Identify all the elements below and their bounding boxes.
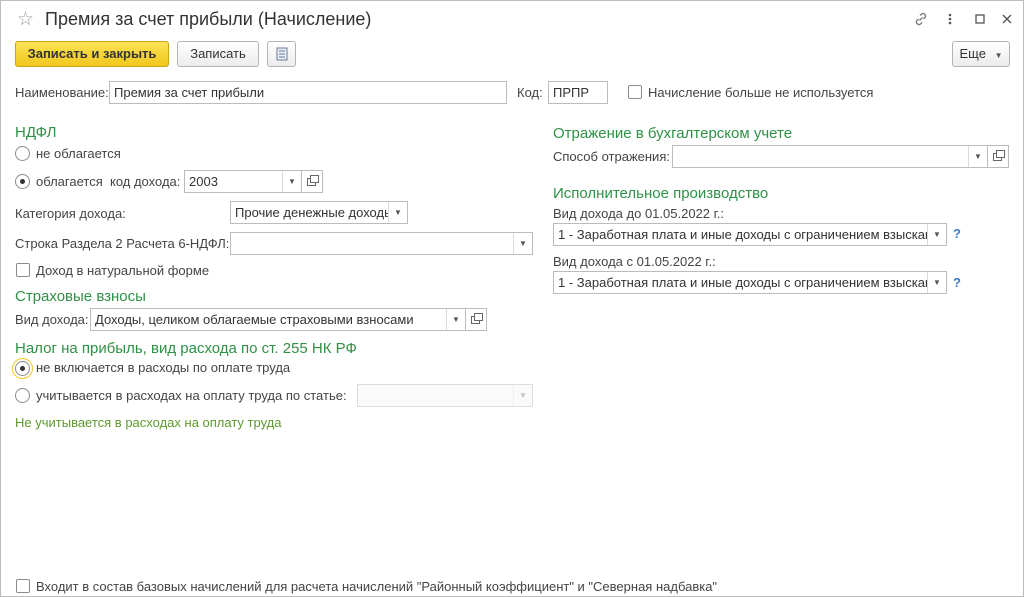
ndfl-section-title: НДФЛ: [15, 124, 57, 141]
profit-tax-section-title: Налог на прибыль, вид расхода по ст. 255…: [15, 340, 357, 357]
base-accruals-label: Входит в состав базовых начислений для р…: [36, 579, 718, 594]
accounting-method-select[interactable]: ▼: [672, 145, 988, 168]
report-line-label: Строка Раздела 2 Расчета 6-НДФЛ:: [15, 236, 230, 251]
help-icon[interactable]: ?: [953, 226, 961, 242]
page-title: Премия за счет прибыли (Начисление): [45, 9, 372, 29]
more-label: Еще: [959, 46, 986, 61]
chevron-down-icon[interactable]: ▼: [968, 146, 987, 167]
name-field[interactable]: Премия за счет прибыли: [109, 81, 507, 104]
income-code-label: код дохода:: [110, 174, 181, 189]
enforcement-after-select[interactable]: 1 - Заработная плата и иные доходы с огр…: [553, 271, 947, 294]
chevron-down-icon: ▼: [994, 51, 1003, 60]
insurance-section-title: Страховые взносы: [15, 288, 146, 305]
more-vertical-icon[interactable]: [943, 11, 957, 31]
star-icon[interactable]: ☆: [17, 10, 34, 30]
enforcement-before-value: 1 - Заработная плата и иные доходы с огр…: [558, 227, 947, 242]
accounting-section-title: Отражение в бухгалтерском учете: [553, 125, 793, 142]
income-code-field[interactable]: 2003 ▼: [184, 170, 302, 193]
save-button[interactable]: Записать: [177, 41, 259, 67]
profit-tax-not-included-label: не включается в расходы по оплате труда: [36, 360, 291, 375]
report-line-select[interactable]: ▼: [230, 232, 533, 255]
income-category-label: Категория дохода:: [15, 206, 126, 221]
code-field[interactable]: ПРПР: [548, 81, 608, 104]
insurance-income-type-select[interactable]: Доходы, целиком облагаемые страховыми вз…: [90, 308, 466, 331]
ndfl-taxed-label: облагается: [36, 174, 103, 189]
chevron-down-icon[interactable]: ▼: [927, 272, 946, 293]
enforcement-after-label: Вид дохода с 01.05.2022 г.:: [553, 254, 716, 269]
enforcement-before-label: Вид дохода до 01.05.2022 г.:: [553, 206, 725, 221]
ndfl-not-taxed-label: не облагается: [36, 146, 121, 161]
profit-tax-included-radio[interactable]: [15, 388, 30, 403]
profit-tax-note: Не учитывается в расходах на оплату труд…: [15, 415, 282, 430]
not-used-label: Начисление больше не используется: [648, 85, 874, 100]
list-button[interactable]: [267, 41, 296, 67]
in-kind-checkbox[interactable]: [16, 263, 30, 277]
more-button[interactable]: Еще ▼: [952, 41, 1010, 67]
chevron-down-icon[interactable]: ▼: [513, 385, 532, 406]
chevron-down-icon[interactable]: ▼: [446, 309, 465, 330]
profit-tax-article-select[interactable]: ▼: [357, 384, 533, 407]
enforcement-after-value: 1 - Заработная плата и иные доходы с огр…: [558, 275, 947, 290]
profit-tax-not-included-radio[interactable]: [15, 361, 30, 376]
enforcement-before-select[interactable]: 1 - Заработная плата и иные доходы с огр…: [553, 223, 947, 246]
in-kind-label: Доход в натуральной форме: [36, 263, 210, 278]
help-icon[interactable]: ?: [953, 275, 961, 291]
insurance-income-type-label: Вид дохода:: [15, 312, 89, 327]
maximize-icon[interactable]: [972, 11, 988, 31]
accounting-method-label: Способ отражения:: [553, 149, 670, 164]
chevron-down-icon[interactable]: ▼: [927, 224, 946, 245]
enforcement-section-title: Исполнительное производство: [553, 185, 769, 202]
link-icon[interactable]: [912, 11, 930, 31]
save-and-close-button[interactable]: Записать и закрыть: [15, 41, 169, 67]
open-icon[interactable]: [302, 170, 323, 193]
form-window: ☆ Премия за счет прибыли (Начисление) За…: [0, 0, 1024, 597]
insurance-income-type-value: Доходы, целиком облагаемые страховыми вз…: [95, 312, 414, 327]
open-icon[interactable]: [466, 308, 487, 331]
list-icon: [276, 47, 287, 61]
not-used-checkbox[interactable]: [628, 85, 642, 99]
code-label: Код:: [517, 85, 543, 100]
name-label: Наименование:: [15, 85, 109, 100]
ndfl-not-taxed-radio[interactable]: [15, 146, 30, 161]
chevron-down-icon[interactable]: ▼: [388, 202, 407, 223]
chevron-down-icon[interactable]: ▼: [513, 233, 532, 254]
income-code-value: 2003: [189, 174, 218, 189]
income-category-value: Прочие денежные доходы: [235, 205, 394, 220]
income-category-select[interactable]: Прочие денежные доходы ▼: [230, 201, 408, 224]
profit-tax-included-label: учитывается в расходах на оплату труда п…: [36, 388, 347, 403]
chevron-down-icon[interactable]: ▼: [282, 171, 301, 192]
ndfl-taxed-radio[interactable]: [15, 174, 30, 189]
base-accruals-checkbox[interactable]: [16, 579, 30, 593]
open-icon[interactable]: [988, 145, 1009, 168]
close-icon[interactable]: [999, 11, 1015, 31]
